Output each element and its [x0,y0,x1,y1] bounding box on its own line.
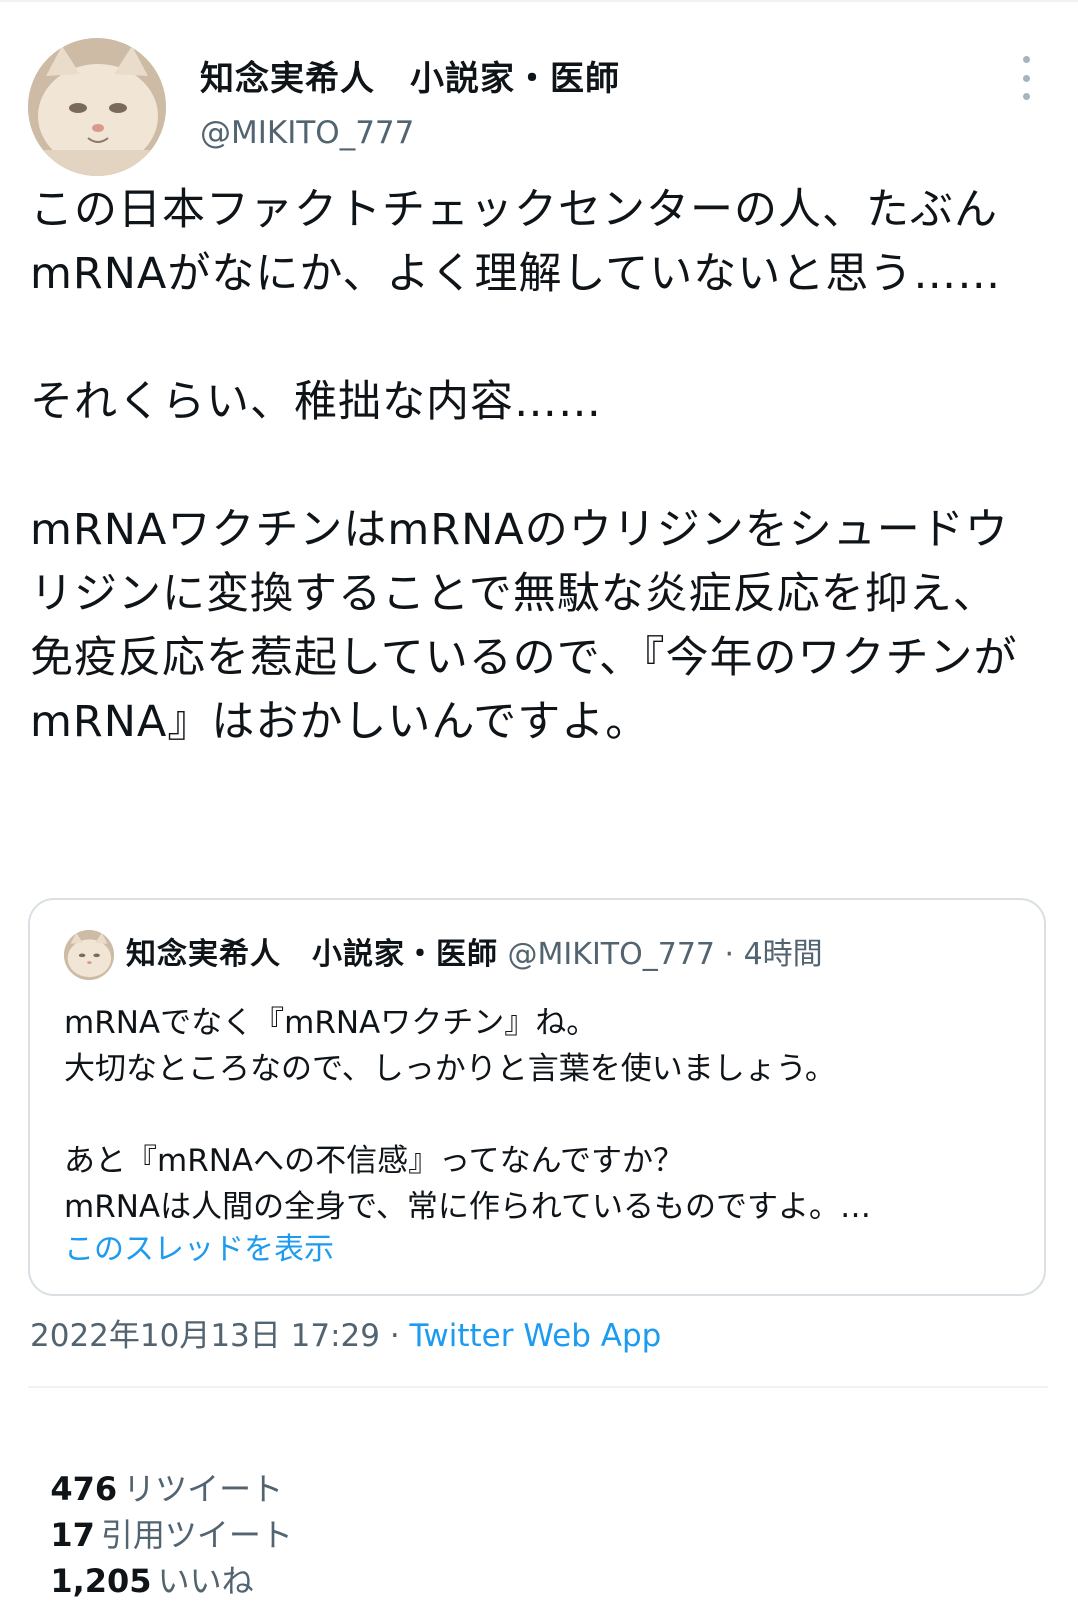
quotes-stat[interactable]: 17 引用ツイート [50,1512,293,1558]
author-handle[interactable]: @MIKITO_777 [200,110,620,156]
author-avatar[interactable] [28,38,166,176]
more-dot [1022,93,1030,100]
retweets-count: 476 [50,1470,118,1508]
author-display-name[interactable]: 知念実希人 小説家・医師 [200,56,620,102]
quotes-label: 引用ツイート [100,1516,293,1554]
stats-divider [28,1386,1048,1388]
retweets-label: リツイート [123,1470,284,1508]
quoted-author-avatar [64,930,114,980]
more-options-icon[interactable] [1014,56,1038,100]
cat-avatar-icon [28,38,166,176]
tweet-body-text: この日本ファクトチェックセンターの人、たぶんmRNAがなにか、よく理解していない… [30,185,1018,747]
likes-count: 1,205 [50,1562,152,1600]
top-divider [0,0,1078,2]
tweet-header: 知念実希人 小説家・医師 @MIKITO_777 [28,38,1050,178]
retweets-stat[interactable]: 476 リツイート [50,1466,283,1512]
quoted-display-name: 知念実希人 小説家・医師 [126,937,498,972]
likes-stat[interactable]: 1,205 いいね [50,1558,253,1604]
timestamp-datetime[interactable]: 2022年10月13日 17:29 · [30,1318,410,1354]
client-link[interactable]: Twitter Web App [410,1318,662,1354]
cat-avatar-icon [64,930,114,980]
quoted-body-text: mRNAでなく『mRNAワクチン』ね。 大切なところなので、しっかりと言葉を使い… [64,1005,871,1225]
show-thread-link[interactable]: このスレッドを表示 [64,1228,334,1272]
tweet-stats: 476 リツイート 17 引用ツイート 1,205 いいね [30,1420,323,1604]
author-names: 知念実希人 小説家・医師 @MIKITO_777 [200,56,620,156]
quoted-handle-time: @MIKITO_777 · 4時間 [498,937,823,972]
quoted-header: 知念実希人 小説家・医師 @MIKITO_777 · 4時間 [126,932,823,982]
more-dot [1022,56,1030,63]
quoted-tweet-card[interactable]: 知念実希人 小説家・医師 @MIKITO_777 · 4時間 mRNAでなく『m… [28,898,1046,1296]
quotes-count: 17 [50,1516,95,1554]
tweet-timestamp: 2022年10月13日 17:29 · Twitter Web App [30,1314,661,1358]
likes-label: いいね [157,1562,254,1600]
more-dot [1022,74,1030,82]
